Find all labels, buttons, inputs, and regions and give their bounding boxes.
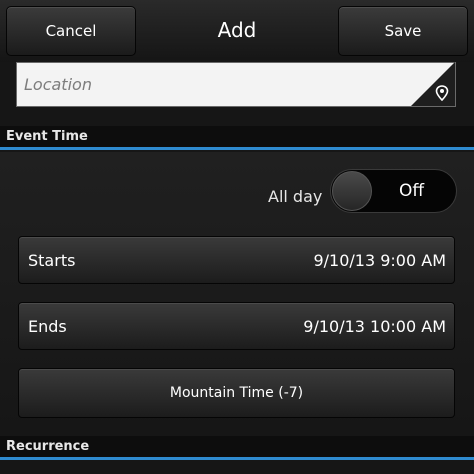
starts-value: 9/10/13 9:00 AM [313, 251, 446, 270]
starts-button[interactable]: Starts 9/10/13 9:00 AM [18, 236, 455, 284]
section-title: Event Time [6, 129, 88, 144]
starts-label: Starts [28, 251, 76, 270]
section-divider [0, 147, 474, 150]
ends-button[interactable]: Ends 9/10/13 10:00 AM [18, 302, 455, 350]
timezone-label: Mountain Time (-7) [169, 385, 304, 401]
timezone-button[interactable]: Mountain Time (-7) [18, 368, 455, 418]
section-title: Recurrence [6, 439, 90, 454]
ends-label: Ends [28, 317, 67, 336]
location-field[interactable]: Location [16, 62, 456, 107]
save-button[interactable]: Save [338, 6, 468, 56]
toggle-state-text: Off [399, 181, 425, 201]
title-bar: Cancel Add Save [0, 0, 474, 62]
location-placeholder: Location [24, 75, 92, 94]
page-title: Add [217, 18, 257, 42]
toggle-knob[interactable] [332, 171, 372, 211]
all-day-toggle[interactable]: Off [330, 169, 457, 213]
section-header-event-time: Event Time [0, 126, 474, 150]
cancel-button[interactable]: Cancel [6, 6, 136, 56]
bottom-area [0, 460, 474, 474]
location-pin-icon [435, 85, 449, 101]
ends-value: 9/10/13 10:00 AM [303, 317, 446, 336]
section-header-recurrence: Recurrence [0, 436, 474, 460]
all-day-label: All day [268, 187, 323, 206]
